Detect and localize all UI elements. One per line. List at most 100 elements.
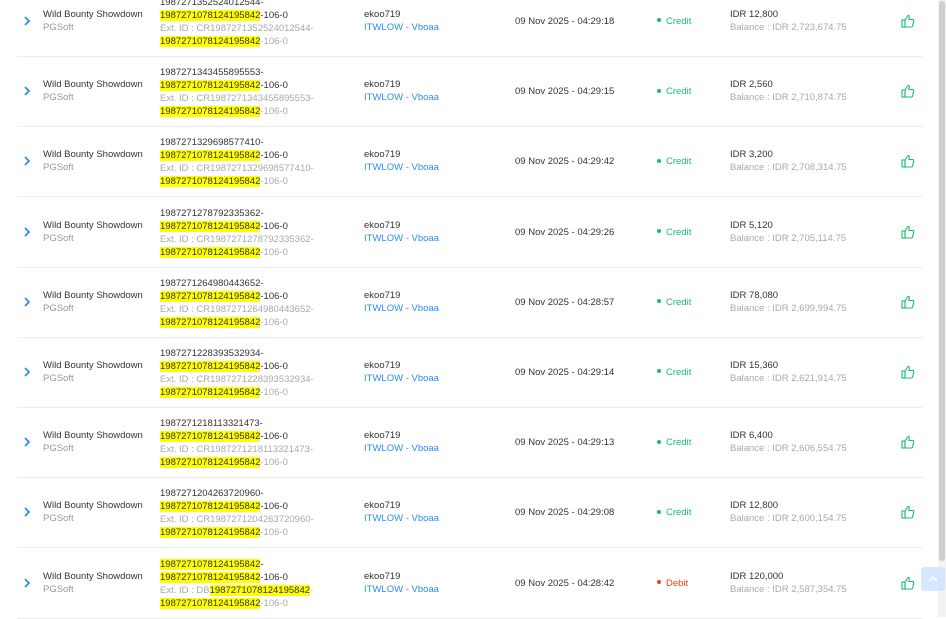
status-label: Credit [666, 156, 692, 168]
transaction-id-line: 1987271204263720960- [160, 487, 314, 500]
id-text: -106-0 [260, 290, 288, 302]
amount-value: IDR 12,800 [730, 9, 779, 20]
thumbs-up-icon[interactable] [901, 365, 915, 379]
transaction-id-cell: 1987271343455895553- 1987271078124195842-… [160, 66, 314, 118]
agent-link[interactable]: ITWLOW - Vboaa [364, 91, 439, 104]
status-badge: Credit [657, 155, 691, 168]
id-text: -106-0 [260, 10, 288, 21]
game-cell: Wild Bounty Showdown PGSoft [43, 499, 143, 525]
status-badge: Credit [657, 15, 691, 28]
expand-row-button[interactable] [23, 226, 35, 240]
agent-link[interactable]: ITWLOW - Vboaa [364, 21, 439, 34]
agent-link[interactable]: ITWLOW - Vboaa [364, 372, 439, 385]
expand-row-button[interactable] [23, 366, 35, 380]
transaction-id-line: 1987271343455895553- [160, 66, 314, 79]
game-name: Wild Bounty Showdown [43, 500, 143, 512]
transaction-id-cell: 1987271329698577410- 1987271078124195842-… [160, 136, 314, 188]
thumbs-up-icon[interactable] [901, 435, 915, 449]
highlighted-match: 1987271078124195842 [160, 246, 261, 258]
table-row[interactable]: Wild Bounty Showdown PGSoft 19872713525240… [17, 0, 923, 57]
id-text: Ext. ID : CR1987271329698577410- [160, 163, 314, 175]
thumbs-up-icon[interactable] [901, 154, 915, 168]
id-text: 1987271204263720960- [160, 488, 264, 500]
status-label: Credit [666, 437, 692, 449]
expand-row-button[interactable] [23, 155, 35, 169]
amount-value: IDR 78,080 [730, 289, 779, 301]
external-id-line: Ext. ID : DB1987271078124195842- [160, 584, 313, 597]
expand-row-button[interactable] [23, 577, 35, 591]
table-row[interactable]: Wild Bounty Showdown PGSoft 19872710781241… [17, 550, 923, 619]
agent-link[interactable]: ITWLOW - Vboaa [364, 161, 439, 174]
balance-value: Balance : IDR 2,708,314.75 [730, 162, 847, 174]
highlighted-match: 1987271078124195842 [160, 316, 261, 328]
expand-row-button[interactable] [23, 436, 35, 450]
status-label: Credit [666, 296, 692, 308]
user-cell: ekoo719 ITWLOW - Vboaa [364, 219, 439, 245]
transaction-date: 09 Nov 2025 - 04:28:57 [515, 296, 615, 308]
transaction-id-cell: 1987271228393532934- 1987271078124195842-… [160, 347, 314, 399]
agent-link[interactable]: ITWLOW - Vboaa [364, 512, 439, 525]
game-name: Wild Bounty Showdown [43, 9, 143, 20]
game-name: Wild Bounty Showdown [43, 149, 143, 161]
amount-value: IDR 2,560 [730, 79, 773, 91]
transaction-date: 09 Nov 2025 - 04:29:08 [515, 507, 615, 519]
status-dot-icon [657, 229, 661, 234]
table-row[interactable]: Wild Bounty Showdown PGSoft 19872712787923… [17, 199, 923, 268]
agent-link[interactable]: ITWLOW - Vboaa [364, 442, 439, 455]
external-id-line: Ext. ID : CR1987271278792335362- [160, 233, 314, 246]
amount-value: IDR 120,000 [730, 570, 784, 582]
status-badge: Credit [657, 85, 691, 98]
agent-link[interactable]: ITWLOW - Vboaa [364, 302, 439, 315]
thumbs-up-icon[interactable] [901, 505, 915, 519]
status-dot-icon [657, 369, 661, 374]
table-row[interactable]: Wild Bounty Showdown PGSoft 19872712042637… [17, 479, 923, 549]
chevron-right-icon [24, 577, 31, 588]
username: ekoo719 [364, 219, 401, 231]
transaction-id-line: 1987271078124195842-106-0 [160, 290, 314, 303]
id-text: Ext. ID : CR1987271343455895553- [160, 93, 314, 105]
id-text: -106-0 [260, 316, 288, 328]
game-name: Wild Bounty Showdown [43, 570, 143, 582]
back-to-top-button[interactable] [921, 567, 945, 591]
user-cell: ekoo719 ITWLOW - Vboaa [364, 289, 439, 315]
table-row[interactable]: Wild Bounty Showdown PGSoft 19872712649804… [17, 269, 923, 338]
id-text: -106-0 [260, 361, 288, 372]
game-provider: PGSoft [43, 373, 74, 384]
expand-row-button[interactable] [23, 15, 35, 29]
status-badge: Debit [657, 577, 688, 590]
thumbs-up-icon[interactable] [901, 84, 915, 98]
id-text: -106-0 [260, 176, 288, 188]
external-id-line: 1987271078124195842-106-0 [160, 246, 314, 259]
thumbs-up-icon[interactable] [901, 295, 915, 309]
status-label: Credit [666, 16, 692, 27]
scrollbar-thumb[interactable] [939, 1, 945, 561]
game-cell: Wild Bounty Showdown PGSoft [43, 570, 143, 596]
table-row[interactable]: Wild Bounty Showdown PGSoft 19872713296985… [17, 128, 923, 198]
id-text: Ext. ID : CR1987271204263720960- [160, 514, 314, 526]
expand-row-button[interactable] [23, 296, 35, 310]
expand-row-button[interactable] [23, 85, 35, 99]
transaction-date: 09 Nov 2025 - 04:29:15 [515, 86, 615, 98]
thumbs-up-icon[interactable] [901, 14, 915, 28]
agent-link[interactable]: ITWLOW - Vboaa [364, 232, 439, 245]
external-id-line: Ext. ID : CR1987271204263720960- [160, 513, 314, 526]
thumbs-up-icon[interactable] [901, 225, 915, 239]
amount-cell: IDR 5,120 Balance : IDR 2,705,114.75 [730, 219, 846, 245]
balance-value: Balance : IDR 2,723,674.75 [730, 22, 847, 33]
agent-link[interactable]: ITWLOW - Vboaa [364, 583, 439, 596]
game-provider: PGSoft [43, 583, 74, 595]
amount-value: IDR 15,360 [730, 360, 779, 371]
highlighted-match: 1987271078124195842 [160, 10, 261, 21]
balance-value: Balance : IDR 2,600,154.75 [730, 513, 847, 525]
transaction-id-line: 1987271352524012544- [160, 0, 314, 9]
chevron-right-icon [24, 16, 31, 26]
table-row[interactable]: Wild Bounty Showdown PGSoft 19872712181133… [17, 409, 923, 479]
id-text: -106-0 [260, 501, 288, 513]
table-row[interactable]: Wild Bounty Showdown PGSoft 19872712283935… [17, 339, 923, 408]
status-dot-icon [657, 18, 661, 23]
table-row[interactable]: Wild Bounty Showdown PGSoft 19872713434558… [17, 58, 923, 128]
thumbs-up-icon[interactable] [901, 576, 915, 590]
transaction-id-cell: 1987271278792335362- 1987271078124195842-… [160, 207, 314, 259]
expand-row-button[interactable] [23, 506, 35, 520]
chevron-up-icon [928, 575, 938, 582]
